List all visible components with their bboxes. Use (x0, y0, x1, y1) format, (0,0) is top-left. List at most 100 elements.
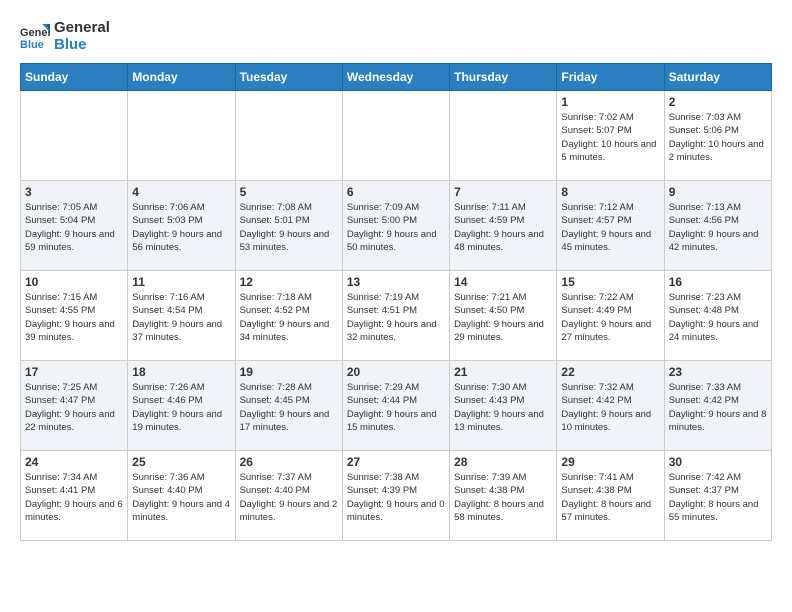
calendar-cell (128, 91, 235, 181)
day-number: 1 (561, 95, 659, 109)
day-number: 7 (454, 185, 552, 199)
day-info: Sunrise: 7:29 AMSunset: 4:44 PMDaylight:… (347, 381, 445, 434)
day-number: 2 (669, 95, 767, 109)
calendar-cell: 3Sunrise: 7:05 AMSunset: 5:04 PMDaylight… (21, 181, 128, 271)
day-info: Sunrise: 7:16 AMSunset: 4:54 PMDaylight:… (132, 291, 230, 344)
weekday-header-wednesday: Wednesday (342, 64, 449, 91)
day-number: 6 (347, 185, 445, 199)
day-info: Sunrise: 7:03 AMSunset: 5:06 PMDaylight:… (669, 111, 767, 164)
day-info: Sunrise: 7:25 AMSunset: 4:47 PMDaylight:… (25, 381, 123, 434)
calendar-week-row: 3Sunrise: 7:05 AMSunset: 5:04 PMDaylight… (21, 181, 772, 271)
day-info: Sunrise: 7:05 AMSunset: 5:04 PMDaylight:… (25, 201, 123, 254)
day-info: Sunrise: 7:08 AMSunset: 5:01 PMDaylight:… (240, 201, 338, 254)
calendar-cell (235, 91, 342, 181)
calendar-week-row: 24 Sunrise: 7:34 AMSunset: 4:41 PMDayligh… (21, 451, 772, 541)
day-number: 11 (132, 275, 230, 289)
calendar-cell: 18Sunrise: 7:26 AMSunset: 4:46 PMDayligh… (128, 361, 235, 451)
page-header: General Blue General Blue (20, 20, 772, 53)
day-number: 8 (561, 185, 659, 199)
day-info: Sunrise: 7:06 AMSunset: 5:03 PMDaylight:… (132, 201, 230, 254)
weekday-header-tuesday: Tuesday (235, 64, 342, 91)
calendar-cell: 20 Sunrise: 7:29 AMSunset: 4:44 PMDayligh… (342, 361, 449, 451)
calendar-cell: 26 Sunrise: 7:37 AMSunset: 4:40 PMDayligh… (235, 451, 342, 541)
day-number: 22 (561, 365, 659, 379)
calendar-cell: 6Sunrise: 7:09 AMSunset: 5:00 PMDaylight… (342, 181, 449, 271)
svg-text:Blue: Blue (20, 39, 44, 51)
calendar-cell: 12 Sunrise: 7:18 AMSunset: 4:52 PMDayligh… (235, 271, 342, 361)
day-info: Sunrise: 7:41 AMSunset: 4:38 PMDaylight:… (561, 471, 659, 524)
day-number: 9 (669, 185, 767, 199)
weekday-header-sunday: Sunday (21, 64, 128, 91)
calendar-cell: 23 Sunrise: 7:33 AMSunset: 4:42 PMDayligh… (664, 361, 771, 451)
day-info: Sunrise: 7:36 AMSunset: 4:40 PMDaylight:… (132, 471, 230, 524)
day-info: Sunrise: 7:02 AMSunset: 5:07 PMDaylight:… (561, 111, 659, 164)
calendar-cell: 22Sunrise: 7:32 AMSunset: 4:42 PMDayligh… (557, 361, 664, 451)
calendar-cell: 29 Sunrise: 7:41 AMSunset: 4:38 PMDayligh… (557, 451, 664, 541)
day-number: 4 (132, 185, 230, 199)
day-number: 16 (669, 275, 767, 289)
day-info: Sunrise: 7:11 AMSunset: 4:59 PMDaylight:… (454, 201, 552, 254)
calendar-table: SundayMondayTuesdayWednesdayThursdayFrid… (20, 63, 772, 541)
calendar-cell: 2 Sunrise: 7:03 AMSunset: 5:06 PMDaylight… (664, 91, 771, 181)
calendar-cell: 10 Sunrise: 7:15 AMSunset: 4:55 PMDayligh… (21, 271, 128, 361)
day-number: 17 (25, 365, 123, 379)
calendar-cell: 27 Sunrise: 7:38 AMSunset: 4:39 PMDayligh… (342, 451, 449, 541)
calendar-cell: 8 Sunrise: 7:12 AMSunset: 4:57 PMDaylight… (557, 181, 664, 271)
day-number: 27 (347, 455, 445, 469)
calendar-cell: 19 Sunrise: 7:28 AMSunset: 4:45 PMDayligh… (235, 361, 342, 451)
day-info: Sunrise: 7:21 AMSunset: 4:50 PMDaylight:… (454, 291, 552, 344)
day-number: 26 (240, 455, 338, 469)
day-info: Sunrise: 7:12 AMSunset: 4:57 PMDaylight:… (561, 201, 659, 254)
day-number: 12 (240, 275, 338, 289)
day-info: Sunrise: 7:33 AMSunset: 4:42 PMDaylight:… (669, 381, 767, 434)
day-info: Sunrise: 7:15 AMSunset: 4:55 PMDaylight:… (25, 291, 123, 344)
calendar-cell (342, 91, 449, 181)
day-number: 29 (561, 455, 659, 469)
day-number: 30 (669, 455, 767, 469)
day-number: 23 (669, 365, 767, 379)
calendar-cell: 17 Sunrise: 7:25 AMSunset: 4:47 PMDayligh… (21, 361, 128, 451)
day-info: Sunrise: 7:23 AMSunset: 4:48 PMDaylight:… (669, 291, 767, 344)
weekday-header-saturday: Saturday (664, 64, 771, 91)
calendar-week-row: 17 Sunrise: 7:25 AMSunset: 4:47 PMDayligh… (21, 361, 772, 451)
day-number: 15 (561, 275, 659, 289)
weekday-header-thursday: Thursday (450, 64, 557, 91)
day-number: 14 (454, 275, 552, 289)
logo-general: General (54, 20, 110, 37)
day-info: Sunrise: 7:34 AMSunset: 4:41 PMDaylight:… (25, 471, 123, 524)
day-info: Sunrise: 7:22 AMSunset: 4:49 PMDaylight:… (561, 291, 659, 344)
calendar-cell: 9 Sunrise: 7:13 AMSunset: 4:56 PMDaylight… (664, 181, 771, 271)
calendar-cell: 15 Sunrise: 7:22 AMSunset: 4:49 PMDayligh… (557, 271, 664, 361)
day-number: 24 (25, 455, 123, 469)
calendar-week-row: 1 Sunrise: 7:02 AMSunset: 5:07 PMDaylight… (21, 91, 772, 181)
logo-icon: General Blue (20, 22, 50, 52)
calendar-cell: 24 Sunrise: 7:34 AMSunset: 4:41 PMDayligh… (21, 451, 128, 541)
calendar-cell: 28Sunrise: 7:39 AMSunset: 4:38 PMDayligh… (450, 451, 557, 541)
day-info: Sunrise: 7:39 AMSunset: 4:38 PMDaylight:… (454, 471, 552, 524)
calendar-cell (21, 91, 128, 181)
calendar-cell: 21 Sunrise: 7:30 AMSunset: 4:43 PMDayligh… (450, 361, 557, 451)
logo: General Blue General Blue (20, 20, 110, 53)
calendar-cell: 30 Sunrise: 7:42 AMSunset: 4:37 PMDayligh… (664, 451, 771, 541)
calendar-cell: 4 Sunrise: 7:06 AMSunset: 5:03 PMDaylight… (128, 181, 235, 271)
day-info: Sunrise: 7:37 AMSunset: 4:40 PMDaylight:… (240, 471, 338, 524)
calendar-cell: 16 Sunrise: 7:23 AMSunset: 4:48 PMDayligh… (664, 271, 771, 361)
day-number: 20 (347, 365, 445, 379)
calendar-cell: 13Sunrise: 7:19 AMSunset: 4:51 PMDayligh… (342, 271, 449, 361)
calendar-cell: 7 Sunrise: 7:11 AMSunset: 4:59 PMDaylight… (450, 181, 557, 271)
day-number: 10 (25, 275, 123, 289)
day-number: 5 (240, 185, 338, 199)
weekday-header-friday: Friday (557, 64, 664, 91)
day-info: Sunrise: 7:28 AMSunset: 4:45 PMDaylight:… (240, 381, 338, 434)
day-number: 21 (454, 365, 552, 379)
day-info: Sunrise: 7:13 AMSunset: 4:56 PMDaylight:… (669, 201, 767, 254)
day-info: Sunrise: 7:38 AMSunset: 4:39 PMDaylight:… (347, 471, 445, 524)
calendar-week-row: 10 Sunrise: 7:15 AMSunset: 4:55 PMDayligh… (21, 271, 772, 361)
day-info: Sunrise: 7:18 AMSunset: 4:52 PMDaylight:… (240, 291, 338, 344)
day-number: 18 (132, 365, 230, 379)
day-info: Sunrise: 7:30 AMSunset: 4:43 PMDaylight:… (454, 381, 552, 434)
day-number: 25 (132, 455, 230, 469)
day-number: 19 (240, 365, 338, 379)
logo-blue: Blue (54, 37, 110, 54)
day-info: Sunrise: 7:42 AMSunset: 4:37 PMDaylight:… (669, 471, 767, 524)
